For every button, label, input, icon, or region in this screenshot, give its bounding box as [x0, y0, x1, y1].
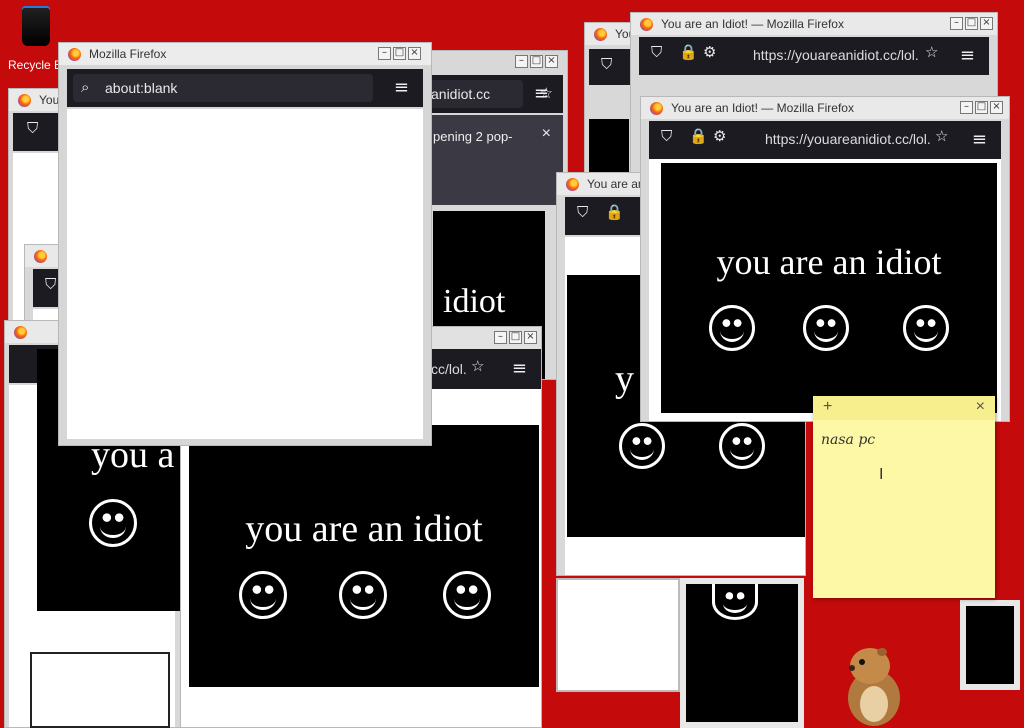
- page-content: you are an idiot: [661, 163, 997, 413]
- smiley-icon: [712, 584, 758, 620]
- headline-text: idiot: [443, 283, 506, 320]
- sticky-note-header: + ×: [813, 396, 995, 420]
- hamburger-menu-icon[interactable]: ≡: [534, 83, 549, 104]
- shield-icon[interactable]: ⛉: [577, 203, 588, 221]
- headline-text: y: [615, 358, 634, 400]
- shield-icon[interactable]: ⛉: [651, 43, 662, 61]
- bookmark-star-icon[interactable]: ☆: [925, 43, 938, 61]
- page-fragment: [30, 652, 170, 728]
- url-text[interactable]: about:blank: [105, 80, 177, 96]
- minimize-button[interactable]: –: [960, 101, 973, 114]
- lock-icon[interactable]: 🔒: [689, 127, 708, 145]
- maximize-button[interactable]: □: [393, 47, 406, 60]
- bookmark-star-icon[interactable]: ☆: [935, 127, 948, 145]
- close-button[interactable]: ×: [990, 101, 1003, 114]
- firefox-icon: [34, 250, 47, 263]
- maximize-button[interactable]: □: [975, 101, 988, 114]
- window-title: You are an: [587, 177, 645, 191]
- lock-icon[interactable]: 🔒: [679, 43, 698, 61]
- close-button[interactable]: ×: [524, 331, 537, 344]
- search-icon: ⌕: [81, 78, 90, 96]
- recycle-bin-label: Recycle B: [8, 58, 63, 72]
- browser-window-front-right[interactable]: You are an Idiot! — Mozilla Firefox – □ × …: [640, 96, 1010, 422]
- minimize-button[interactable]: –: [378, 47, 391, 60]
- smiley-icon: [443, 571, 491, 619]
- browser-window-blank[interactable]: Mozilla Firefox – □ × ⌕ about:blank ≡: [58, 42, 432, 446]
- maximize-button[interactable]: □: [509, 331, 522, 344]
- text-cursor-icon: I: [879, 466, 884, 483]
- bookmark-star-icon[interactable]: ☆: [471, 357, 484, 375]
- url-text[interactable]: anidiot.cc: [431, 86, 490, 102]
- headline-text: you are an idiot: [245, 508, 483, 550]
- close-button[interactable]: ×: [980, 17, 993, 30]
- add-note-button[interactable]: +: [823, 398, 832, 416]
- window-title: Mozilla Firefox: [89, 47, 167, 61]
- firefox-icon: [566, 178, 579, 191]
- firefox-icon: [640, 18, 653, 31]
- close-button[interactable]: ×: [408, 47, 421, 60]
- firefox-icon: [594, 28, 607, 41]
- recycle-bin-icon[interactable]: [16, 4, 56, 50]
- smiley-icon: [239, 571, 287, 619]
- url-text[interactable]: https://youareanidiot.cc/lol.: [753, 47, 919, 63]
- window-title: You are an Idiot! — Mozilla Firefox: [661, 17, 844, 31]
- headline-text: you are an idiot: [716, 242, 942, 282]
- close-icon[interactable]: ×: [542, 125, 551, 143]
- maximize-button[interactable]: □: [965, 17, 978, 30]
- address-bar[interactable]: ⌕ about:blank: [73, 74, 373, 102]
- smiley-icon: [619, 423, 665, 469]
- hamburger-menu-icon[interactable]: ≡: [394, 77, 409, 98]
- permissions-icon[interactable]: ⚙: [713, 127, 726, 145]
- sticky-note-text[interactable]: nasa pc: [821, 432, 875, 448]
- hamburger-menu-icon[interactable]: ≡: [972, 129, 987, 150]
- window-title: You are an Idiot! — Mozilla Firefox: [671, 101, 854, 115]
- url-text[interactable]: https://youareanidiot.cc/lol.: [765, 131, 931, 147]
- close-note-button[interactable]: ×: [976, 398, 985, 416]
- hamburger-menu-icon[interactable]: ≡: [512, 358, 527, 379]
- page-fragment: [556, 578, 680, 692]
- smiley-icon: [89, 499, 137, 547]
- shield-icon[interactable]: ⛉: [601, 55, 612, 73]
- blank-page: [67, 109, 423, 439]
- lock-icon[interactable]: 🔒: [605, 203, 624, 221]
- smiley-icon: [803, 305, 849, 351]
- firefox-icon: [68, 48, 81, 61]
- window-title: You: [39, 93, 60, 107]
- url-text[interactable]: cc/lol.: [431, 361, 467, 377]
- hamster-mascot: [848, 648, 900, 726]
- sticky-note[interactable]: + × nasa pc I: [813, 396, 995, 598]
- page-fragment: [960, 600, 1020, 690]
- minimize-button[interactable]: –: [494, 331, 507, 344]
- shield-icon[interactable]: ⛉: [661, 127, 672, 145]
- smiley-icon: [339, 571, 387, 619]
- firefox-icon: [18, 94, 31, 107]
- page-fragment: [680, 578, 804, 728]
- shield-icon[interactable]: ⛉: [27, 119, 38, 137]
- firefox-icon: [650, 102, 663, 115]
- smiley-icon: [903, 305, 949, 351]
- minimize-button[interactable]: –: [950, 17, 963, 30]
- popup-blocked-notification: pening 2 pop- ×: [425, 115, 563, 205]
- popup-notice-text: pening 2 pop-: [433, 129, 513, 144]
- smiley-icon: [719, 423, 765, 469]
- smiley-icon: [709, 305, 755, 351]
- hamburger-menu-icon[interactable]: ≡: [960, 45, 975, 66]
- page-content: you are an idiot: [189, 425, 539, 687]
- permissions-icon[interactable]: ⚙: [703, 43, 716, 61]
- smiley-icon: [574, 580, 620, 620]
- shield-icon[interactable]: ⛉: [45, 275, 56, 293]
- firefox-icon: [14, 326, 27, 339]
